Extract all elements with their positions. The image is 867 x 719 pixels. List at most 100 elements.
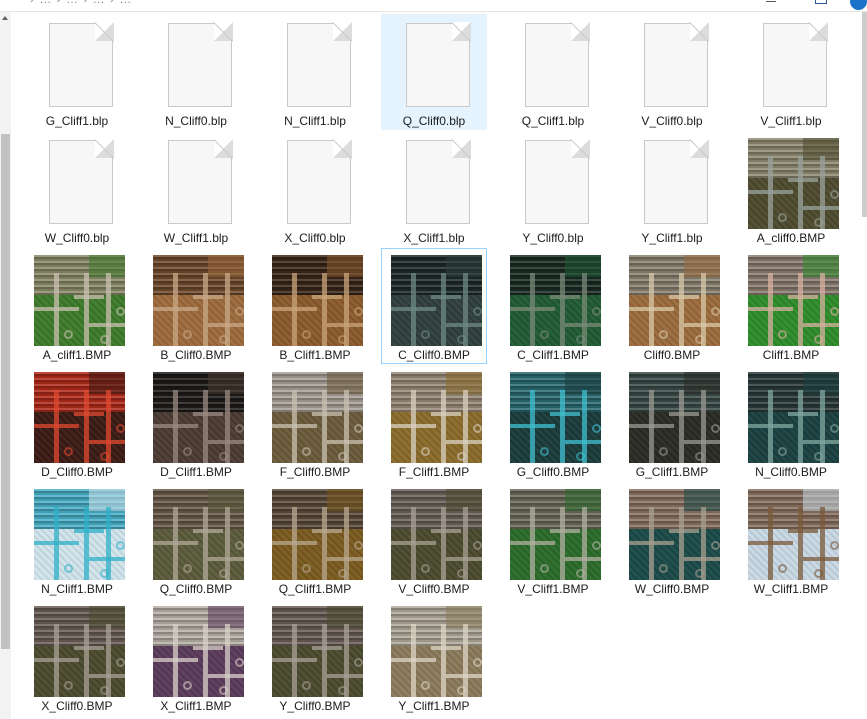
file-item[interactable]: B_Cliff0.BMP [143,248,249,364]
file-item[interactable]: Y_Cliff0.blp [500,131,606,247]
file-item[interactable]: C_Cliff0.BMP [381,248,487,364]
file-name-label[interactable]: A_cliff0.BMP [739,231,843,245]
file-item[interactable]: Q_Cliff0.BMP [143,482,249,598]
file-name-label[interactable]: G_Cliff1.BMP [620,465,724,479]
address-path[interactable]: › … › … › … › … [30,0,132,6]
file-thumbnail [629,255,720,346]
file-item[interactable]: G_Cliff1.BMP [619,365,725,481]
file-item[interactable]: D_Cliff1.BMP [143,365,249,481]
minimize-icon[interactable] [766,0,776,2]
file-name-label[interactable]: Y_Cliff0.BMP [263,699,367,713]
file-item[interactable]: Y_Cliff1.BMP [381,599,487,715]
file-item[interactable]: Q_Cliff0.blp [381,14,487,130]
file-item[interactable]: Y_Cliff0.BMP [262,599,368,715]
file-item[interactable]: C_Cliff1.BMP [500,248,606,364]
file-name-label[interactable]: B_Cliff1.BMP [263,348,367,362]
file-name-label[interactable]: C_Cliff1.BMP [501,348,605,362]
file-thumbnail [391,489,482,580]
file-name-label[interactable]: Q_Cliff0.BMP [144,582,248,596]
file-item[interactable]: W_Cliff0.BMP [619,482,725,598]
file-name-label[interactable]: B_Cliff0.BMP [144,348,248,362]
file-thumbnail [748,489,839,580]
file-item[interactable]: Q_Cliff1.BMP [262,482,368,598]
file-name-label[interactable]: X_Cliff1.blp [382,231,486,245]
file-name-label[interactable]: W_Cliff1.BMP [739,582,843,596]
file-item[interactable]: Q_Cliff1.blp [500,14,606,130]
file-item[interactable]: Cliff0.BMP [619,248,725,364]
file-name-label[interactable]: V_Cliff0.BMP [382,582,486,596]
address-bar[interactable]: › … › … › … › … [0,0,867,12]
file-name-label[interactable]: N_Cliff1.BMP [25,582,129,596]
file-item[interactable]: D_Cliff0.BMP [24,365,130,481]
file-item[interactable]: N_Cliff1.blp [262,14,368,130]
file-thumbnail [748,372,839,463]
file-name-label[interactable]: V_Cliff1.BMP [501,582,605,596]
blank-file-icon [644,139,709,224]
file-name-label[interactable]: Y_Cliff0.blp [501,231,605,245]
file-item[interactable]: W_Cliff1.blp [143,131,249,247]
file-item[interactable]: W_Cliff0.blp [24,131,130,247]
file-name-label[interactable]: G_Cliff1.blp [25,114,129,128]
file-item[interactable]: V_Cliff1.blp [738,14,844,130]
file-name-label[interactable]: D_Cliff0.BMP [25,465,129,479]
file-name-label[interactable]: Y_Cliff1.BMP [382,699,486,713]
file-item[interactable]: X_Cliff0.BMP [24,599,130,715]
file-item[interactable]: N_Cliff0.blp [143,14,249,130]
help-icon[interactable] [850,0,867,10]
file-thumbnail [272,138,363,229]
file-item[interactable]: W_Cliff1.BMP [738,482,844,598]
file-name-label[interactable]: N_Cliff0.BMP [739,465,843,479]
file-name-label[interactable]: V_Cliff0.blp [620,114,724,128]
file-name-label[interactable]: Cliff0.BMP [620,348,724,362]
file-name-label[interactable]: F_Cliff0.BMP [263,465,367,479]
file-item[interactable]: X_Cliff1.blp [381,131,487,247]
file-item[interactable]: Cliff1.BMP [738,248,844,364]
file-item[interactable]: V_Cliff0.blp [619,14,725,130]
layout-icon[interactable] [815,0,827,4]
file-name-label[interactable]: X_Cliff1.BMP [144,699,248,713]
scrollbar-thumb[interactable] [1,134,10,649]
file-item[interactable]: G_Cliff1.blp [24,14,130,130]
right-scrollbar-thumb[interactable] [862,12,867,217]
file-name-label[interactable]: X_Cliff0.BMP [25,699,129,713]
file-name-label[interactable]: X_Cliff0.blp [263,231,367,245]
file-name-label[interactable]: G_Cliff0.BMP [501,465,605,479]
file-name-label[interactable]: N_Cliff1.blp [263,114,367,128]
file-name-label[interactable]: W_Cliff0.blp [25,231,129,245]
file-name-label[interactable]: V_Cliff1.blp [739,114,843,128]
file-item[interactable]: V_Cliff0.BMP [381,482,487,598]
file-item[interactable]: N_Cliff1.BMP [24,482,130,598]
file-name-label[interactable]: Q_Cliff1.BMP [263,582,367,596]
file-name-label[interactable]: W_Cliff0.BMP [620,582,724,596]
bitmap-preview-image [34,606,125,697]
file-name-label[interactable]: N_Cliff0.blp [144,114,248,128]
file-item[interactable]: F_Cliff0.BMP [262,365,368,481]
file-name-label[interactable]: Y_Cliff1.blp [620,231,724,245]
file-item[interactable]: N_Cliff0.BMP [738,365,844,481]
file-name-label[interactable]: Cliff1.BMP [739,348,843,362]
file-name-label[interactable]: A_cliff1.BMP [25,348,129,362]
file-item[interactable]: G_Cliff0.BMP [500,365,606,481]
scroll-up-icon[interactable] [2,16,8,20]
file-item[interactable]: Y_Cliff1.blp [619,131,725,247]
file-item[interactable]: F_Cliff1.BMP [381,365,487,481]
file-name-label[interactable]: D_Cliff1.BMP [144,465,248,479]
file-name-label[interactable]: F_Cliff1.BMP [382,465,486,479]
file-item[interactable]: V_Cliff1.BMP [500,482,606,598]
left-scrollbar[interactable] [0,12,11,719]
file-item[interactable]: X_Cliff0.blp [262,131,368,247]
file-name-label[interactable]: Q_Cliff0.blp [382,114,486,128]
file-item[interactable]: X_Cliff1.BMP [143,599,249,715]
file-item[interactable]: B_Cliff1.BMP [262,248,368,364]
file-thumbnail [34,489,125,580]
bitmap-preview-image [510,372,601,463]
file-item[interactable]: A_cliff1.BMP [24,248,130,364]
file-thumbnail [748,255,839,346]
file-name-label[interactable]: C_Cliff0.BMP [382,348,486,362]
right-scrollbar[interactable] [860,12,867,719]
file-thumbnail [391,21,482,112]
file-item[interactable]: A_cliff0.BMP [738,131,844,247]
file-name-label[interactable]: Q_Cliff1.blp [501,114,605,128]
file-thumbnail [510,138,601,229]
file-name-label[interactable]: W_Cliff1.blp [144,231,248,245]
